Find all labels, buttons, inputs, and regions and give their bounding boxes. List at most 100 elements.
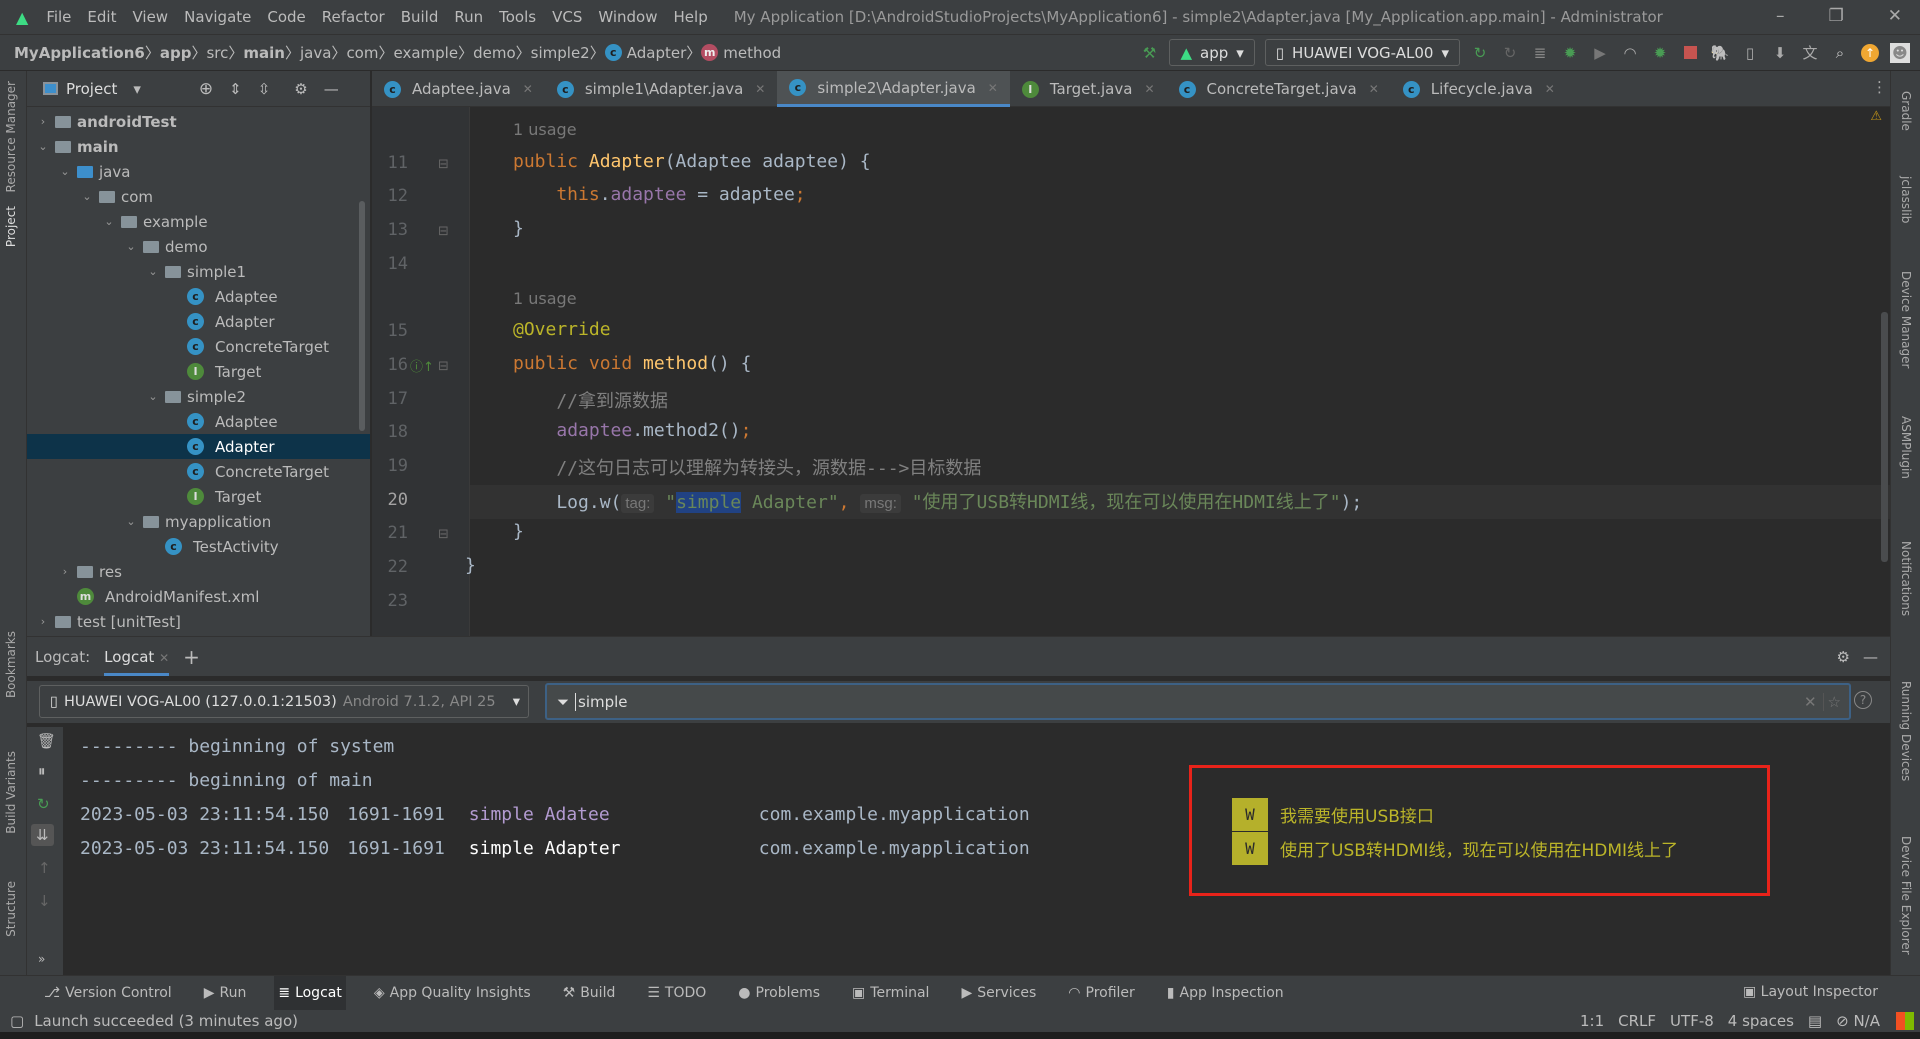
menu-help[interactable]: Help — [674, 8, 708, 26]
logcat-icon[interactable]: ≣ — [1530, 43, 1550, 63]
menu-code[interactable]: Code — [267, 8, 305, 26]
sdk-manager-icon[interactable]: ⬇ — [1770, 43, 1790, 63]
tree-item[interactable]: c Adaptee — [27, 409, 370, 434]
close-tab-icon[interactable]: ✕ — [988, 81, 998, 95]
tool-profiler[interactable]: ◠ Profiler — [1064, 976, 1139, 1011]
attach-debugger-icon[interactable]: ✹ — [1650, 43, 1670, 63]
chevron-down-icon[interactable]: ▾ — [133, 80, 141, 98]
chevron-icon[interactable]: ⌄ — [37, 140, 49, 153]
tree-item[interactable]: ⌄ simple2 — [27, 384, 370, 409]
code-editor[interactable]: 11 12 13 14 15 16 17 18 19 20 21 22 23 ⊟ ⊟ ⊟ ⊟ ⓘ↑ 1 usage… — [372, 107, 1890, 636]
tree-item[interactable]: › test [unitTest] — [27, 609, 370, 634]
chevron-icon[interactable]: ⌄ — [125, 515, 137, 528]
breadcrumb-item[interactable]: com — [346, 44, 378, 62]
tree-item[interactable]: ⌄ main — [27, 134, 370, 159]
profile-icon[interactable]: ◠ — [1620, 43, 1640, 63]
tree-item[interactable]: ⌄ demo — [27, 234, 370, 259]
more-tabs-icon[interactable]: ⋮ — [1872, 78, 1887, 96]
close-tab-icon[interactable]: ✕ — [755, 82, 765, 96]
project-view-select[interactable]: Project — [66, 80, 117, 98]
code-line[interactable]: } — [513, 521, 524, 542]
clear-filter-icon[interactable]: ✕ — [1804, 693, 1817, 711]
menu-tools[interactable]: Tools — [499, 8, 536, 26]
logcat-device-select[interactable]: ▯ HUAWEI VOG-AL00 (127.0.0.1:21503) Andr… — [39, 685, 529, 718]
breadcrumb-item[interactable]: simple2 — [531, 44, 590, 62]
tool-build[interactable]: ⚒ Build — [559, 976, 620, 1011]
menu-run[interactable]: Run — [454, 8, 483, 26]
tree-item[interactable]: I Target — [27, 484, 370, 509]
file-encoding[interactable]: UTF-8 — [1670, 1012, 1714, 1030]
pause-icon[interactable]: ⏸ — [38, 762, 46, 780]
code-line[interactable]: adaptee.method2(); — [513, 420, 751, 441]
code-line[interactable]: } — [465, 555, 476, 576]
log-line[interactable]: 2023-05-03 23:11:54.150 1691-1691 simple A… — [80, 804, 1030, 825]
add-tab-button[interactable]: + — [183, 645, 200, 669]
log-line[interactable]: --------- beginning of main — [80, 770, 373, 791]
help-icon[interactable]: ? — [1854, 691, 1872, 709]
tab-adaptee-java[interactable]: c Adaptee.java ✕ — [372, 71, 545, 107]
breadcrumb-item[interactable]: m method — [701, 44, 781, 62]
menu-file[interactable]: File — [46, 8, 71, 26]
fold-icon[interactable]: ⊟ — [438, 359, 449, 374]
menu-view[interactable]: View — [132, 8, 168, 26]
breadcrumb-item[interactable]: src — [206, 44, 228, 62]
tree-item[interactable]: ⌄ com — [27, 184, 370, 209]
collapse-all-icon[interactable]: ⇳ — [258, 80, 271, 98]
chevron-icon[interactable]: ⌄ — [147, 390, 159, 403]
device-manager-icon[interactable]: ▯ — [1740, 43, 1760, 63]
tool-terminal[interactable]: ▣ Terminal — [848, 976, 933, 1011]
tree-item[interactable]: ⌄ java — [27, 159, 370, 184]
read-only-lock-icon[interactable]: ▤ — [1808, 1012, 1822, 1030]
jclasslib-tab[interactable]: jclasslib — [1899, 176, 1913, 223]
tree-item[interactable]: ⌄ simple1 — [27, 259, 370, 284]
build-hammer-icon[interactable]: ⚒ — [1139, 43, 1159, 63]
code-line[interactable]: public void method() { — [513, 353, 751, 374]
status-toggle-icon[interactable]: ▢ — [10, 1012, 24, 1030]
scroll-to-end-icon[interactable]: ⇊ — [31, 824, 54, 846]
breadcrumb-item[interactable]: MyApplication6 — [14, 44, 145, 62]
tool-app-quality-insights[interactable]: ◈ App Quality Insights — [370, 976, 535, 1011]
tree-scrollbar[interactable] — [359, 201, 365, 431]
code-line[interactable]: //拿到源数据 — [513, 387, 668, 413]
device-select[interactable]: ▯ HUAWEI VOG-AL00 ▾ — [1264, 39, 1460, 66]
restart-icon[interactable]: ↻ — [37, 795, 50, 813]
tree-item[interactable]: ⌄ example — [27, 209, 370, 234]
menu-build[interactable]: Build — [401, 8, 439, 26]
gear-icon[interactable]: ⚙ — [294, 80, 307, 98]
favorite-star-icon[interactable]: ☆ — [1822, 692, 1841, 711]
tool-problems[interactable]: ● Problems — [734, 976, 824, 1011]
tree-item[interactable]: c ConcreteTarget — [27, 459, 370, 484]
line-separator[interactable]: CRLF — [1618, 1012, 1656, 1030]
breadcrumb-item[interactable]: java — [300, 44, 331, 62]
vcs-status[interactable]: ⊘ N/A — [1836, 1012, 1880, 1030]
chevron-icon[interactable]: ⌄ — [103, 215, 115, 228]
fold-icon[interactable]: ⊟ — [438, 157, 449, 172]
stop-icon[interactable] — [1680, 43, 1700, 63]
hide-icon[interactable]: — — [324, 80, 339, 98]
bookmarks-tab[interactable]: Bookmarks — [4, 631, 18, 698]
chevron-icon[interactable]: › — [59, 565, 71, 578]
build-variants-tab[interactable]: Build Variants — [4, 751, 18, 834]
close-tab-icon[interactable]: ✕ — [159, 651, 169, 665]
layout-inspector-button[interactable]: ▣ Layout Inspector — [1743, 984, 1878, 1000]
locate-icon[interactable]: ⊕ — [199, 79, 213, 99]
tree-item[interactable]: c Adaptee — [27, 284, 370, 309]
tree-item[interactable]: m AndroidManifest.xml — [27, 584, 370, 609]
tool-logcat[interactable]: ≣ Logcat — [274, 975, 346, 1011]
tab-lifecycle-java[interactable]: c Lifecycle.java ✕ — [1391, 71, 1567, 107]
minimize-button[interactable]: – — [1776, 6, 1785, 26]
more-icon[interactable]: » — [38, 952, 45, 966]
gradle-sync-icon[interactable]: 🐘 — [1710, 43, 1730, 63]
menu-window[interactable]: Window — [598, 8, 657, 26]
tree-item[interactable]: c ConcreteTarget — [27, 334, 370, 359]
tab-simple2-adapter-java[interactable]: c simple2\Adapter.java ✕ — [777, 71, 1010, 107]
chevron-icon[interactable]: › — [37, 115, 49, 128]
clear-logcat-icon[interactable]: 🗑 — [37, 732, 56, 750]
update-icon[interactable]: ↑ — [1860, 43, 1880, 63]
usage-hint[interactable]: 1 usage — [513, 289, 577, 308]
code-line[interactable]: } — [513, 218, 524, 239]
code-line[interactable]: public Adapter(Adaptee adaptee) { — [513, 151, 871, 172]
tree-item[interactable]: I Target — [27, 359, 370, 384]
close-button[interactable]: ✕ — [1888, 6, 1902, 26]
tab-target-java[interactable]: I Target.java ✕ — [1010, 71, 1167, 107]
